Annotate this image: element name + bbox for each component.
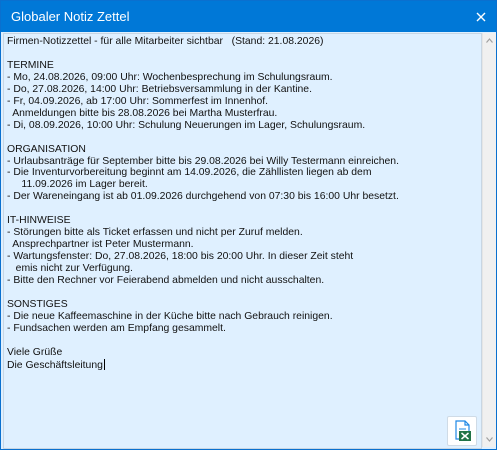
note-text-body: Firmen-Notizzettel - für alle Mitarbeite… bbox=[7, 36, 399, 371]
vertical-scrollbar[interactable] bbox=[482, 33, 496, 447]
excel-export-button[interactable] bbox=[447, 416, 477, 446]
scroll-down-button[interactable] bbox=[483, 432, 496, 447]
client-area: Firmen-Notizzettel - für alle Mitarbeite… bbox=[1, 32, 496, 449]
note-text[interactable]: Firmen-Notizzettel - für alle Mitarbeite… bbox=[7, 36, 477, 372]
window-title: Globaler Notiz Zettel bbox=[11, 9, 130, 24]
title-bar[interactable]: Globaler Notiz Zettel bbox=[1, 1, 496, 32]
note-window: Globaler Notiz Zettel Firmen-Notizzettel… bbox=[0, 0, 497, 450]
excel-export-icon bbox=[455, 420, 471, 441]
close-icon bbox=[476, 12, 486, 21]
close-button[interactable] bbox=[466, 1, 496, 32]
arrow-up-icon bbox=[486, 38, 493, 43]
note-textarea[interactable]: Firmen-Notizzettel - für alle Mitarbeite… bbox=[3, 33, 482, 449]
scroll-track[interactable] bbox=[483, 48, 496, 432]
text-caret bbox=[103, 358, 105, 370]
scroll-up-button[interactable] bbox=[483, 33, 496, 48]
arrow-down-icon bbox=[486, 437, 493, 442]
